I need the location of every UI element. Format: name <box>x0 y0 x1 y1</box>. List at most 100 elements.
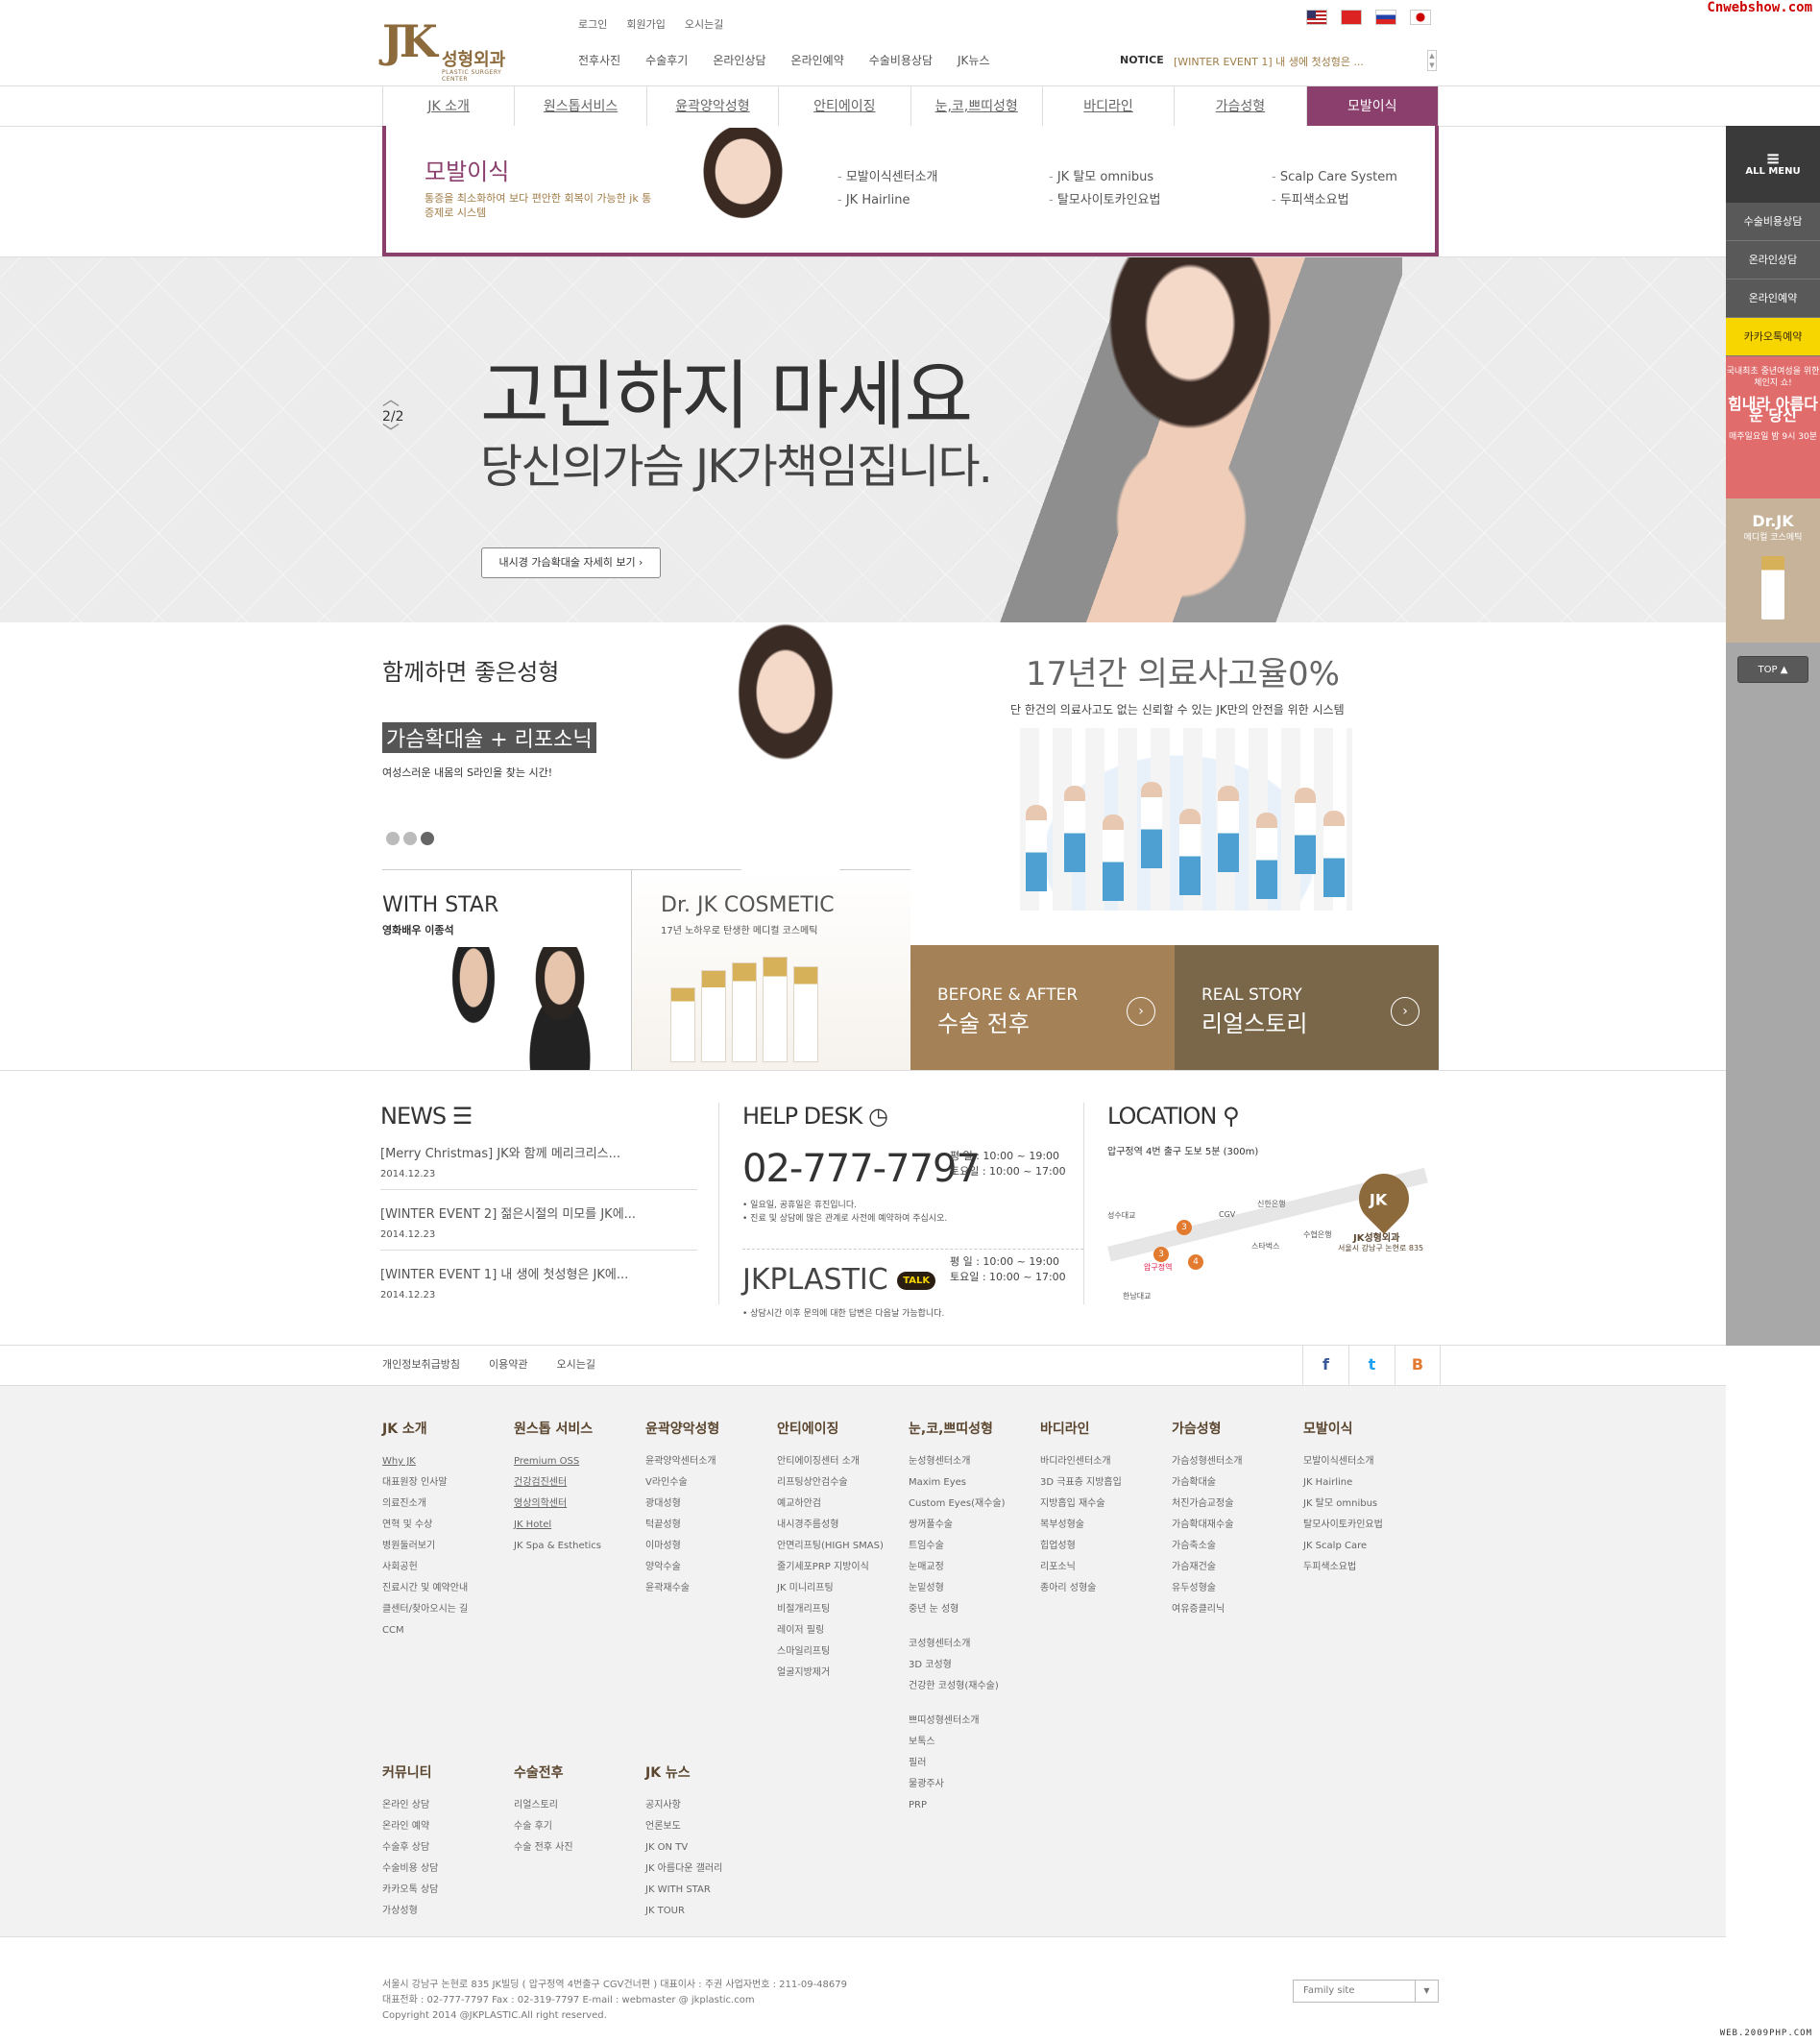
sitemap-link[interactable]: 사회공헌 <box>382 1557 468 1578</box>
tab-jk-intro[interactable]: JK 소개 <box>383 86 516 126</box>
sitemap-link[interactable]: 가상성형 <box>382 1901 438 1922</box>
sitemap-link[interactable]: 리프팅상안검수술 <box>777 1472 884 1494</box>
sitemap-link[interactable]: 힙업성형 <box>1040 1536 1122 1557</box>
nav-cost-consult[interactable]: 수술비용상담 <box>869 52 933 68</box>
russia-flag-icon[interactable] <box>1375 10 1396 25</box>
sitemap-link[interactable]: 이마성형 <box>645 1536 719 1557</box>
submenu-link[interactable]: 모발이식센터소개 <box>837 166 938 189</box>
nav-before-after[interactable]: 전후사진 <box>578 52 620 68</box>
sitemap-link[interactable]: JK TOUR <box>645 1901 722 1922</box>
chevron-down-icon[interactable]: ▼ <box>1415 1981 1438 2002</box>
sitemap-link[interactable]: JK Hairline <box>1303 1472 1383 1494</box>
family-site-select[interactable]: Family site ▼ <box>1293 1980 1439 2003</box>
quick-online-reserve[interactable]: 온라인예약 <box>1726 280 1820 318</box>
news-title[interactable]: NEWS ☰ <box>380 1103 697 1130</box>
before-after-card[interactable]: BEFORE & AFTER 수술 전후 › <box>910 945 1175 1070</box>
sitemap-link[interactable]: 가슴확대술 <box>1172 1472 1243 1494</box>
real-story-card[interactable]: REAL STORY 리얼스토리 › <box>1175 945 1439 1070</box>
sitemap-link[interactable]: JK Scalp Care <box>1303 1536 1383 1557</box>
sitemap-heading[interactable]: 수술전후 <box>514 1762 573 1782</box>
sitemap-link[interactable]: 윤곽재수술 <box>645 1578 719 1599</box>
arrow-right-icon[interactable]: › <box>1127 997 1155 1026</box>
sitemap-link[interactable]: 수술비용 상담 <box>382 1859 438 1880</box>
sitemap-link[interactable]: 내시경주름성형 <box>777 1515 884 1536</box>
nav-reviews[interactable]: 수술후기 <box>645 52 688 68</box>
sitemap-link[interactable]: 턱끝성형 <box>645 1515 719 1536</box>
sitemap-link[interactable]: 진료시간 및 예약안내 <box>382 1578 468 1599</box>
sitemap-link[interactable]: 수술 전후 사진 <box>514 1837 573 1859</box>
quick-cost-consult[interactable]: 수술비용상담 <box>1726 203 1820 241</box>
sitemap-link[interactable]: 의료진소개 <box>382 1494 468 1515</box>
news-item-title[interactable]: [WINTER EVENT 1] 내 생에 첫성형은 JK에... <box>380 1264 697 1282</box>
sitemap-link[interactable]: 비절개리프팅 <box>777 1599 884 1620</box>
news-item[interactable]: [Merry Christmas] JK와 함께 메리크리스... 2014.1… <box>380 1130 697 1190</box>
sitemap-heading[interactable]: JK 소개 <box>382 1419 468 1438</box>
logo[interactable]: JK 성형외과 PLASTIC SURGERY CENTER <box>382 15 517 83</box>
notice-scroll-control[interactable]: ▲ ▼ <box>1427 50 1437 71</box>
sitemap-link[interactable]: 가슴확대재수술 <box>1172 1515 1243 1536</box>
facebook-icon[interactable]: f <box>1302 1345 1348 1385</box>
with-star-card[interactable]: WITH STAR 영화배우 이종석 <box>382 870 632 1070</box>
safety-stat-card[interactable]: 17년간 의료사고율0% 단 한건의 의료사고도 없는 신뢰할 수 있는 JK만… <box>910 622 1439 945</box>
sitemap-link[interactable]: V라인수술 <box>645 1472 719 1494</box>
sitemap-link[interactable]: 모발이식센터소개 <box>1303 1451 1383 1472</box>
sitemap-heading[interactable]: 윤곽양악성형 <box>645 1419 719 1438</box>
sitemap-link[interactable]: JK WITH STAR <box>645 1880 722 1901</box>
directions-footer-link[interactable]: 오시는길 <box>556 1356 595 1372</box>
chevron-down-icon[interactable]: ﹀ <box>382 425 404 442</box>
sitemap-link[interactable]: 대표원장 인사말 <box>382 1472 468 1494</box>
news-item-title[interactable]: [WINTER EVENT 2] 젊은시절의 미모를 JK에... <box>380 1203 697 1222</box>
sitemap-link[interactable]: 언론보도 <box>645 1816 722 1837</box>
sitemap-link[interactable]: 레이저 필링 <box>777 1620 884 1641</box>
tab-body[interactable]: 바디라인 <box>1043 86 1176 126</box>
sitemap-link[interactable]: 카카오톡 상담 <box>382 1880 438 1901</box>
sitemap-link[interactable]: Premium OSS <box>514 1451 601 1472</box>
submenu-link[interactable]: JK 탈모 omnibus <box>1049 166 1160 189</box>
all-menu-button[interactable]: ≡ ALL MENU <box>1726 126 1820 203</box>
sitemap-link[interactable]: 눈성형센터소개 <box>909 1451 1006 1472</box>
sitemap-link[interactable]: CCM <box>382 1620 468 1641</box>
blog-icon[interactable]: B <box>1395 1345 1441 1385</box>
sitemap-heading[interactable]: 눈,코,쁘띠성형 <box>909 1419 1006 1438</box>
scroll-top-button[interactable]: TOP ▲ <box>1737 656 1808 683</box>
tab-anti-aging[interactable]: 안티에이징 <box>779 86 911 126</box>
sitemap-link[interactable]: 중년 눈 성형 <box>909 1599 1006 1620</box>
sitemap-link[interactable]: 처진가슴교정술 <box>1172 1494 1243 1515</box>
tab-one-stop[interactable]: 원스톱서비스 <box>515 86 647 126</box>
sitemap-link[interactable]: 양악수술 <box>645 1557 719 1578</box>
submenu-link[interactable]: 두피색소요법 <box>1272 189 1397 212</box>
notice-text[interactable]: [WINTER EVENT 1] 내 생에 첫성형은 ... <box>1174 54 1385 69</box>
quick-kakao-reserve[interactable]: 카카오톡예약 <box>1726 318 1820 356</box>
sitemap-link[interactable]: 물광주사 <box>909 1774 1006 1795</box>
promo-banner[interactable]: 함께하면 좋은성형 가슴확대술 + 리포소닉 여성스러운 내몸의 S라인을 찾는… <box>382 622 910 870</box>
sitemap-link[interactable]: 공지사항 <box>645 1795 722 1816</box>
nav-online-consult[interactable]: 온라인상담 <box>713 52 765 68</box>
sitemap-heading[interactable]: 원스톱 서비스 <box>514 1419 601 1438</box>
sitemap-link[interactable]: 리포소닉 <box>1040 1557 1122 1578</box>
sitemap-link[interactable]: 탈모사이토카인요법 <box>1303 1515 1383 1536</box>
cosmetic-side-banner[interactable]: Dr.JK 메디컬 코스메틱 <box>1726 498 1820 643</box>
tab-eye-nose[interactable]: 눈,코,쁘띠성형 <box>911 86 1043 126</box>
sitemap-link[interactable]: 병원둘러보기 <box>382 1536 468 1557</box>
sitemap-link[interactable]: PRP <box>909 1795 1006 1816</box>
submenu-link[interactable]: Scalp Care System <box>1272 166 1397 189</box>
pager-dot[interactable] <box>386 832 400 845</box>
cosmetic-card[interactable]: Dr. JK COSMETIC 17년 노하우로 탄생한 메디컬 코스메틱 <box>632 870 910 1070</box>
sitemap-link[interactable]: 온라인 예약 <box>382 1816 438 1837</box>
japan-flag-icon[interactable] <box>1410 10 1431 25</box>
tab-hair[interactable]: 모발이식 <box>1306 86 1439 126</box>
location-title[interactable]: LOCATION ⚲ <box>1107 1103 1439 1130</box>
tv-show-banner[interactable]: 국내최초 중년여성을 위한 체인지 쇼! 힘내라 아름다운 당신 매주일요일 밤… <box>1726 356 1820 498</box>
twitter-icon[interactable]: t <box>1348 1345 1395 1385</box>
sitemap-link[interactable]: 온라인 상담 <box>382 1795 438 1816</box>
quick-online-consult[interactable]: 온라인상담 <box>1726 241 1820 280</box>
sitemap-link[interactable]: 필러 <box>909 1753 1006 1774</box>
hero-detail-button[interactable]: 내시경 가슴확대술 자세히 보기 › <box>481 547 661 578</box>
sitemap-link[interactable]: 3D 극표층 지방흡입 <box>1040 1472 1122 1494</box>
sitemap-link[interactable]: 윤곽양악센터소개 <box>645 1451 719 1472</box>
sitemap-link[interactable]: Why JK <box>382 1451 468 1472</box>
sitemap-link[interactable]: JK 미니리프팅 <box>777 1578 884 1599</box>
news-item[interactable]: [WINTER EVENT 1] 내 생에 첫성형은 JK에... 2014.1… <box>380 1251 697 1310</box>
sitemap-link[interactable]: 건강검진센터 <box>514 1472 601 1494</box>
arrow-right-icon[interactable]: › <box>1391 997 1420 1026</box>
